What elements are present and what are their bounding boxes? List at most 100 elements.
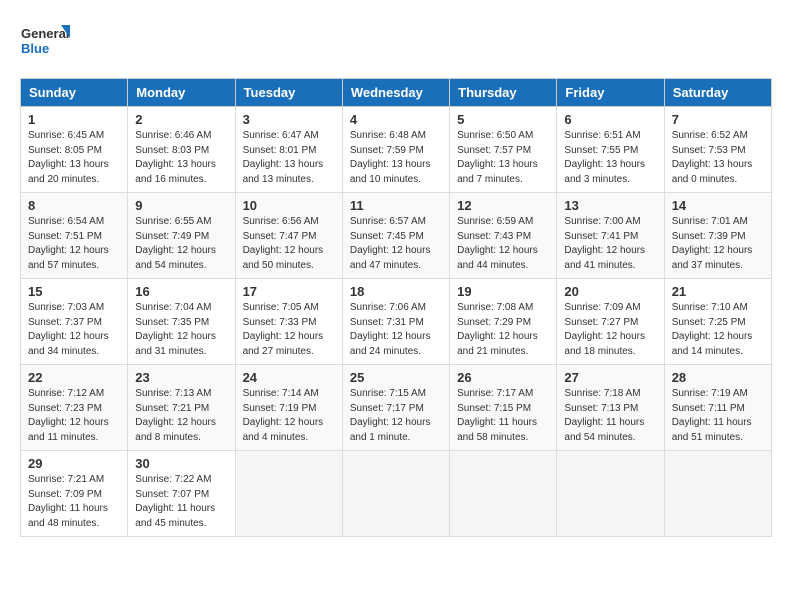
calendar-day-cell: 21 Sunrise: 7:10 AMSunset: 7:25 PMDayligh… xyxy=(664,279,771,365)
day-number: 28 xyxy=(672,370,764,385)
calendar-day-cell: 17 Sunrise: 7:05 AMSunset: 7:33 PMDayligh… xyxy=(235,279,342,365)
day-number: 2 xyxy=(135,112,227,127)
calendar-day-cell: 5Sunrise: 6:50 AMSunset: 7:57 PMDaylight… xyxy=(450,107,557,193)
day-info: Sunrise: 7:03 AMSunset: 7:37 PMDaylight:… xyxy=(28,301,120,359)
svg-text:Blue: Blue xyxy=(21,41,49,56)
day-info: Sunrise: 7:13 AMSunset: 7:21 PMDaylight:… xyxy=(135,387,227,445)
day-info: Sunrise: 7:12 AMSunset: 7:23 PMDaylight:… xyxy=(28,387,120,445)
day-number: 21 xyxy=(672,284,764,299)
day-number: 27 xyxy=(564,370,656,385)
day-info: Sunrise: 7:18 AMSunset: 7:13 PMDaylight:… xyxy=(564,387,656,445)
logo-svg: General Blue xyxy=(20,20,70,62)
calendar-day-header: Wednesday xyxy=(342,79,449,107)
day-info: Sunrise: 6:48 AMSunset: 7:59 PMDaylight:… xyxy=(350,129,442,187)
day-number: 15 xyxy=(28,284,120,299)
logo: General Blue xyxy=(20,20,70,62)
day-number: 26 xyxy=(457,370,549,385)
calendar-week-row: 15 Sunrise: 7:03 AMSunset: 7:37 PMDayligh… xyxy=(21,279,772,365)
day-info: Sunrise: 6:51 AMSunset: 7:55 PMDaylight:… xyxy=(564,129,656,187)
calendar-day-header: Monday xyxy=(128,79,235,107)
calendar-day-header: Tuesday xyxy=(235,79,342,107)
calendar-body: 1 Sunrise: 6:45 AMSunset: 8:05 PMDaylight… xyxy=(21,107,772,537)
calendar-day-cell: 7 Sunrise: 6:52 AMSunset: 7:53 PMDaylight… xyxy=(664,107,771,193)
calendar-day-cell: 9Sunrise: 6:55 AMSunset: 7:49 PMDaylight… xyxy=(128,193,235,279)
day-info: Sunrise: 6:52 AMSunset: 7:53 PMDaylight:… xyxy=(672,129,764,187)
calendar-day-cell: 19 Sunrise: 7:08 AMSunset: 7:29 PMDayligh… xyxy=(450,279,557,365)
day-number: 23 xyxy=(135,370,227,385)
calendar-day-header: Saturday xyxy=(664,79,771,107)
calendar-day-cell: 8 Sunrise: 6:54 AMSunset: 7:51 PMDaylight… xyxy=(21,193,128,279)
day-info: Sunrise: 6:45 AMSunset: 8:05 PMDaylight:… xyxy=(28,129,120,187)
day-info: Sunrise: 7:17 AMSunset: 7:15 PMDaylight:… xyxy=(457,387,549,445)
calendar-table: SundayMondayTuesdayWednesdayThursdayFrid… xyxy=(20,78,772,537)
day-number: 30 xyxy=(135,456,227,471)
day-info: Sunrise: 7:14 AMSunset: 7:19 PMDaylight:… xyxy=(243,387,335,445)
day-info: Sunrise: 6:54 AMSunset: 7:51 PMDaylight:… xyxy=(28,215,120,273)
calendar-day-cell: 10 Sunrise: 6:56 AMSunset: 7:47 PMDayligh… xyxy=(235,193,342,279)
day-number: 10 xyxy=(243,198,335,213)
calendar-day-cell: 24 Sunrise: 7:14 AMSunset: 7:19 PMDayligh… xyxy=(235,365,342,451)
day-number: 19 xyxy=(457,284,549,299)
day-info: Sunrise: 7:08 AMSunset: 7:29 PMDaylight:… xyxy=(457,301,549,359)
day-info: Sunrise: 7:05 AMSunset: 7:33 PMDaylight:… xyxy=(243,301,335,359)
day-info: Sunrise: 7:09 AMSunset: 7:27 PMDaylight:… xyxy=(564,301,656,359)
day-number: 8 xyxy=(28,198,120,213)
day-info: Sunrise: 6:47 AMSunset: 8:01 PMDaylight:… xyxy=(243,129,335,187)
calendar-day-cell: 1 Sunrise: 6:45 AMSunset: 8:05 PMDaylight… xyxy=(21,107,128,193)
calendar-day-cell: 26 Sunrise: 7:17 AMSunset: 7:15 PMDayligh… xyxy=(450,365,557,451)
calendar-day-cell: 20 Sunrise: 7:09 AMSunset: 7:27 PMDayligh… xyxy=(557,279,664,365)
day-info: Sunrise: 7:21 AMSunset: 7:09 PMDaylight:… xyxy=(28,473,120,531)
calendar-week-row: 29Sunrise: 7:21 AMSunset: 7:09 PMDayligh… xyxy=(21,451,772,537)
day-number: 16 xyxy=(135,284,227,299)
calendar-week-row: 8 Sunrise: 6:54 AMSunset: 7:51 PMDaylight… xyxy=(21,193,772,279)
day-info: Sunrise: 7:04 AMSunset: 7:35 PMDaylight:… xyxy=(135,301,227,359)
calendar-day-cell xyxy=(342,451,449,537)
calendar-day-cell: 2 Sunrise: 6:46 AMSunset: 8:03 PMDaylight… xyxy=(128,107,235,193)
calendar-day-cell: 14Sunrise: 7:01 AMSunset: 7:39 PMDayligh… xyxy=(664,193,771,279)
day-info: Sunrise: 6:59 AMSunset: 7:43 PMDaylight:… xyxy=(457,215,549,273)
day-number: 4 xyxy=(350,112,442,127)
calendar-day-cell: 30 Sunrise: 7:22 AMSunset: 7:07 PMDayligh… xyxy=(128,451,235,537)
day-number: 17 xyxy=(243,284,335,299)
day-info: Sunrise: 6:56 AMSunset: 7:47 PMDaylight:… xyxy=(243,215,335,273)
calendar-day-cell: 18 Sunrise: 7:06 AMSunset: 7:31 PMDayligh… xyxy=(342,279,449,365)
day-number: 25 xyxy=(350,370,442,385)
calendar-week-row: 1 Sunrise: 6:45 AMSunset: 8:05 PMDaylight… xyxy=(21,107,772,193)
calendar-day-cell: 6Sunrise: 6:51 AMSunset: 7:55 PMDaylight… xyxy=(557,107,664,193)
day-info: Sunrise: 7:22 AMSunset: 7:07 PMDaylight:… xyxy=(135,473,227,531)
day-info: Sunrise: 7:10 AMSunset: 7:25 PMDaylight:… xyxy=(672,301,764,359)
calendar-day-cell: 12 Sunrise: 6:59 AMSunset: 7:43 PMDayligh… xyxy=(450,193,557,279)
calendar-day-cell: 4 Sunrise: 6:48 AMSunset: 7:59 PMDaylight… xyxy=(342,107,449,193)
day-info: Sunrise: 6:57 AMSunset: 7:45 PMDaylight:… xyxy=(350,215,442,273)
calendar-day-cell xyxy=(450,451,557,537)
day-info: Sunrise: 7:00 AMSunset: 7:41 PMDaylight:… xyxy=(564,215,656,273)
day-info: Sunrise: 6:50 AMSunset: 7:57 PMDaylight:… xyxy=(457,129,549,187)
day-info: Sunrise: 7:15 AMSunset: 7:17 PMDaylight:… xyxy=(350,387,442,445)
day-number: 9 xyxy=(135,198,227,213)
calendar-day-cell: 16 Sunrise: 7:04 AMSunset: 7:35 PMDayligh… xyxy=(128,279,235,365)
day-info: Sunrise: 6:46 AMSunset: 8:03 PMDaylight:… xyxy=(135,129,227,187)
calendar-day-cell: 29Sunrise: 7:21 AMSunset: 7:09 PMDayligh… xyxy=(21,451,128,537)
day-number: 1 xyxy=(28,112,120,127)
day-info: Sunrise: 7:19 AMSunset: 7:11 PMDaylight:… xyxy=(672,387,764,445)
calendar-day-cell: 27 Sunrise: 7:18 AMSunset: 7:13 PMDayligh… xyxy=(557,365,664,451)
svg-text:General: General xyxy=(21,26,69,41)
calendar-day-cell: 11 Sunrise: 6:57 AMSunset: 7:45 PMDayligh… xyxy=(342,193,449,279)
calendar-header-row: SundayMondayTuesdayWednesdayThursdayFrid… xyxy=(21,79,772,107)
calendar-day-header: Friday xyxy=(557,79,664,107)
calendar-day-cell: 22Sunrise: 7:12 AMSunset: 7:23 PMDayligh… xyxy=(21,365,128,451)
day-number: 20 xyxy=(564,284,656,299)
calendar-day-cell: 13Sunrise: 7:00 AMSunset: 7:41 PMDayligh… xyxy=(557,193,664,279)
day-number: 11 xyxy=(350,198,442,213)
calendar-day-header: Thursday xyxy=(450,79,557,107)
calendar-day-cell xyxy=(557,451,664,537)
day-info: Sunrise: 7:06 AMSunset: 7:31 PMDaylight:… xyxy=(350,301,442,359)
day-number: 18 xyxy=(350,284,442,299)
calendar-day-cell: 15 Sunrise: 7:03 AMSunset: 7:37 PMDayligh… xyxy=(21,279,128,365)
calendar-day-cell xyxy=(664,451,771,537)
calendar-day-header: Sunday xyxy=(21,79,128,107)
calendar-day-cell: 3Sunrise: 6:47 AMSunset: 8:01 PMDaylight… xyxy=(235,107,342,193)
day-number: 24 xyxy=(243,370,335,385)
day-number: 7 xyxy=(672,112,764,127)
day-number: 12 xyxy=(457,198,549,213)
